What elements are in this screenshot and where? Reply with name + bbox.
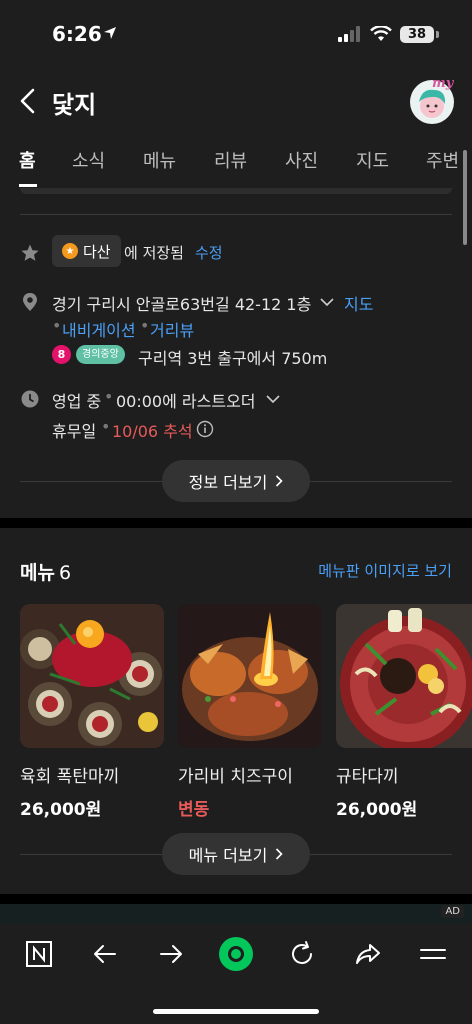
refresh-icon[interactable]: [287, 939, 317, 969]
tab-bar: 홈 소식 메뉴 리뷰 사진 지도 주변: [0, 132, 472, 188]
battery-level: 38: [400, 26, 434, 43]
back-icon[interactable]: [90, 939, 120, 969]
chevron-right-icon: [276, 848, 283, 860]
edit-saved-link[interactable]: 수정: [195, 242, 223, 263]
menu-icon[interactable]: [418, 939, 448, 969]
location-pin-icon: [23, 293, 37, 311]
menu-count: 6: [58, 562, 72, 584]
menu-item-name: 육회 폭탄마끼: [20, 767, 120, 787]
more-info-button[interactable]: 정보 더보기: [162, 460, 310, 502]
scrollbar[interactable]: [463, 150, 467, 245]
menu-item-photo: [336, 604, 472, 748]
open-status: 영업 중: [52, 392, 102, 411]
place-info-section: ★ 다산 에 저장됨 수정 경기 구리시 안골로63번길 42-12 1층 지도…: [0, 188, 472, 518]
tab-nearby[interactable]: 주변: [426, 147, 459, 173]
separator-dot: •: [52, 316, 62, 335]
saved-star-icon: ★: [62, 243, 78, 259]
navigation-link[interactable]: 내비게이션: [62, 317, 136, 341]
saved-text: 에 저장됨: [124, 244, 184, 262]
menu-board-image-link[interactable]: 메뉴판 이미지로 보기: [318, 560, 452, 581]
clock-icon: [21, 390, 39, 408]
green-dot-icon[interactable]: [218, 936, 254, 972]
separator-dot: •: [104, 387, 114, 406]
address-text: 경기 구리시 안골로63번길 42-12 1층: [52, 295, 312, 314]
menu-title: 메뉴: [20, 562, 55, 584]
chevron-down-icon[interactable]: [320, 298, 334, 307]
tab-menu[interactable]: 메뉴: [143, 147, 176, 173]
menu-item-price: 변동: [178, 800, 210, 820]
chevron-right-icon: [276, 475, 283, 487]
subway-directions: 구리역 3번 출구에서 750m: [138, 349, 328, 368]
cellular-signal-icon: [338, 26, 360, 42]
menu-item-price: 26,000원: [336, 800, 418, 820]
tab-home[interactable]: 홈: [19, 147, 36, 173]
home-indicator: [153, 1009, 319, 1014]
closed-day-label: 휴무일: [52, 422, 97, 441]
divider: [20, 214, 452, 215]
naver-home-icon[interactable]: [24, 939, 54, 969]
prev-card-edge: [20, 188, 452, 194]
location-arrow-icon: [104, 27, 116, 39]
page-title: 닻지: [52, 91, 97, 119]
my-badge: my: [432, 76, 454, 91]
menu-item-name: 규타다끼: [336, 767, 399, 787]
tab-news[interactable]: 소식: [72, 147, 105, 173]
subway-line-name-badge: 경의중앙: [76, 345, 125, 364]
tab-photos[interactable]: 사진: [285, 147, 318, 173]
menu-item-card[interactable]: 육회 폭탄마끼 26,000원: [20, 604, 164, 820]
more-menu-label: 메뉴 더보기: [188, 846, 268, 865]
menu-item-price: 26,000원: [20, 800, 102, 820]
menu-item-photo: [20, 604, 164, 748]
tab-reviews[interactable]: 리뷰: [214, 147, 247, 173]
subway-line-number-badge: 8: [52, 345, 71, 364]
saved-list-chip[interactable]: ★ 다산: [52, 235, 121, 267]
separator-dot: •: [140, 316, 150, 335]
menu-item-photo: [178, 604, 322, 748]
star-icon: [21, 244, 39, 261]
chevron-down-icon[interactable]: [266, 395, 280, 404]
status-time: 6:26: [52, 22, 102, 46]
menu-item-name: 가리비 치즈구이: [178, 767, 293, 787]
menu-heading: 메뉴 6: [20, 558, 71, 585]
separator-dot: •: [101, 417, 111, 436]
saved-list-name: 다산: [83, 242, 111, 261]
closed-day-date: 10/06 추석: [112, 422, 193, 441]
tab-map[interactable]: 지도: [356, 147, 389, 173]
more-menu-button[interactable]: 메뉴 더보기: [162, 833, 310, 875]
share-icon[interactable]: [353, 939, 383, 969]
menu-section: 메뉴 6 메뉴판 이미지로 보기 육회 폭탄마끼 26,000원 가리비 치즈구…: [0, 528, 472, 894]
menu-item-card[interactable]: 가리비 치즈구이 변동: [178, 604, 322, 820]
battery-cap: [436, 31, 439, 38]
status-bar: 6:26 38: [0, 0, 472, 70]
wifi-icon: [370, 26, 392, 41]
more-info-label: 정보 더보기: [188, 473, 268, 492]
ad-banner[interactable]: [0, 904, 472, 924]
browser-toolbar: [0, 924, 472, 1024]
forward-icon[interactable]: [156, 939, 186, 969]
ad-badge: AD: [441, 905, 464, 918]
last-order-time: 00:00에 라스트오더: [116, 392, 256, 411]
street-view-link[interactable]: 거리뷰: [150, 317, 194, 341]
back-arrow-icon[interactable]: [14, 86, 44, 116]
active-tab-indicator: [19, 184, 37, 187]
place-header: 닻지 my: [0, 70, 472, 132]
menu-item-card[interactable]: 규타다끼 26,000원: [336, 604, 472, 820]
info-icon[interactable]: [196, 420, 214, 438]
map-link[interactable]: 지도: [344, 291, 373, 315]
